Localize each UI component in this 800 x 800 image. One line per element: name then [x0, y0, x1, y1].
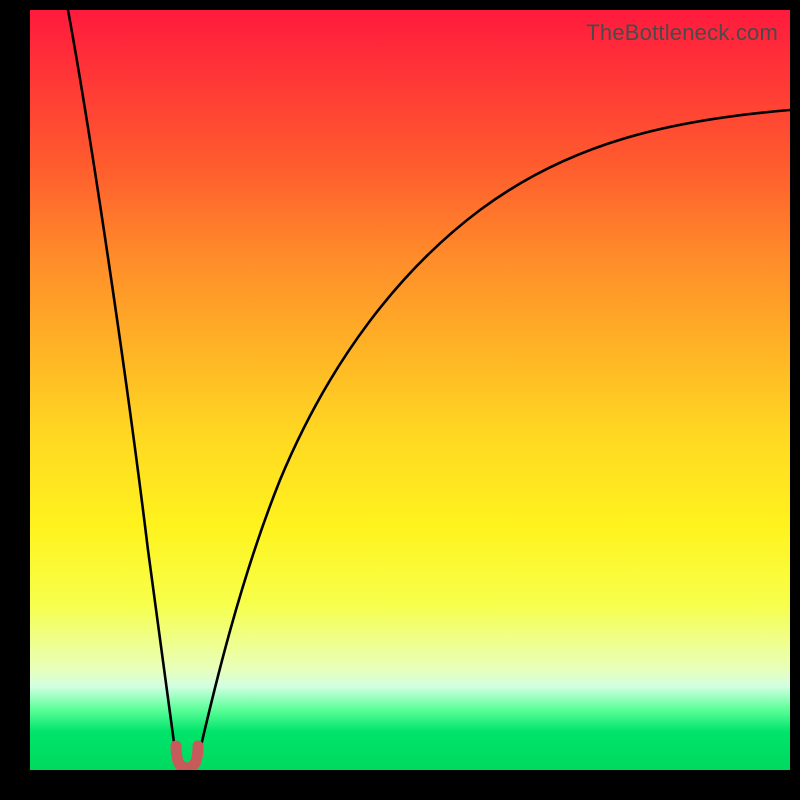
- curve-right-branch: [200, 110, 790, 750]
- chart-stage: TheBottleneck.com: [0, 0, 800, 800]
- valley-marker: [176, 746, 198, 768]
- curve-left-branch: [68, 10, 175, 750]
- bottleneck-curve: [30, 10, 790, 770]
- plot-area: TheBottleneck.com: [30, 10, 790, 770]
